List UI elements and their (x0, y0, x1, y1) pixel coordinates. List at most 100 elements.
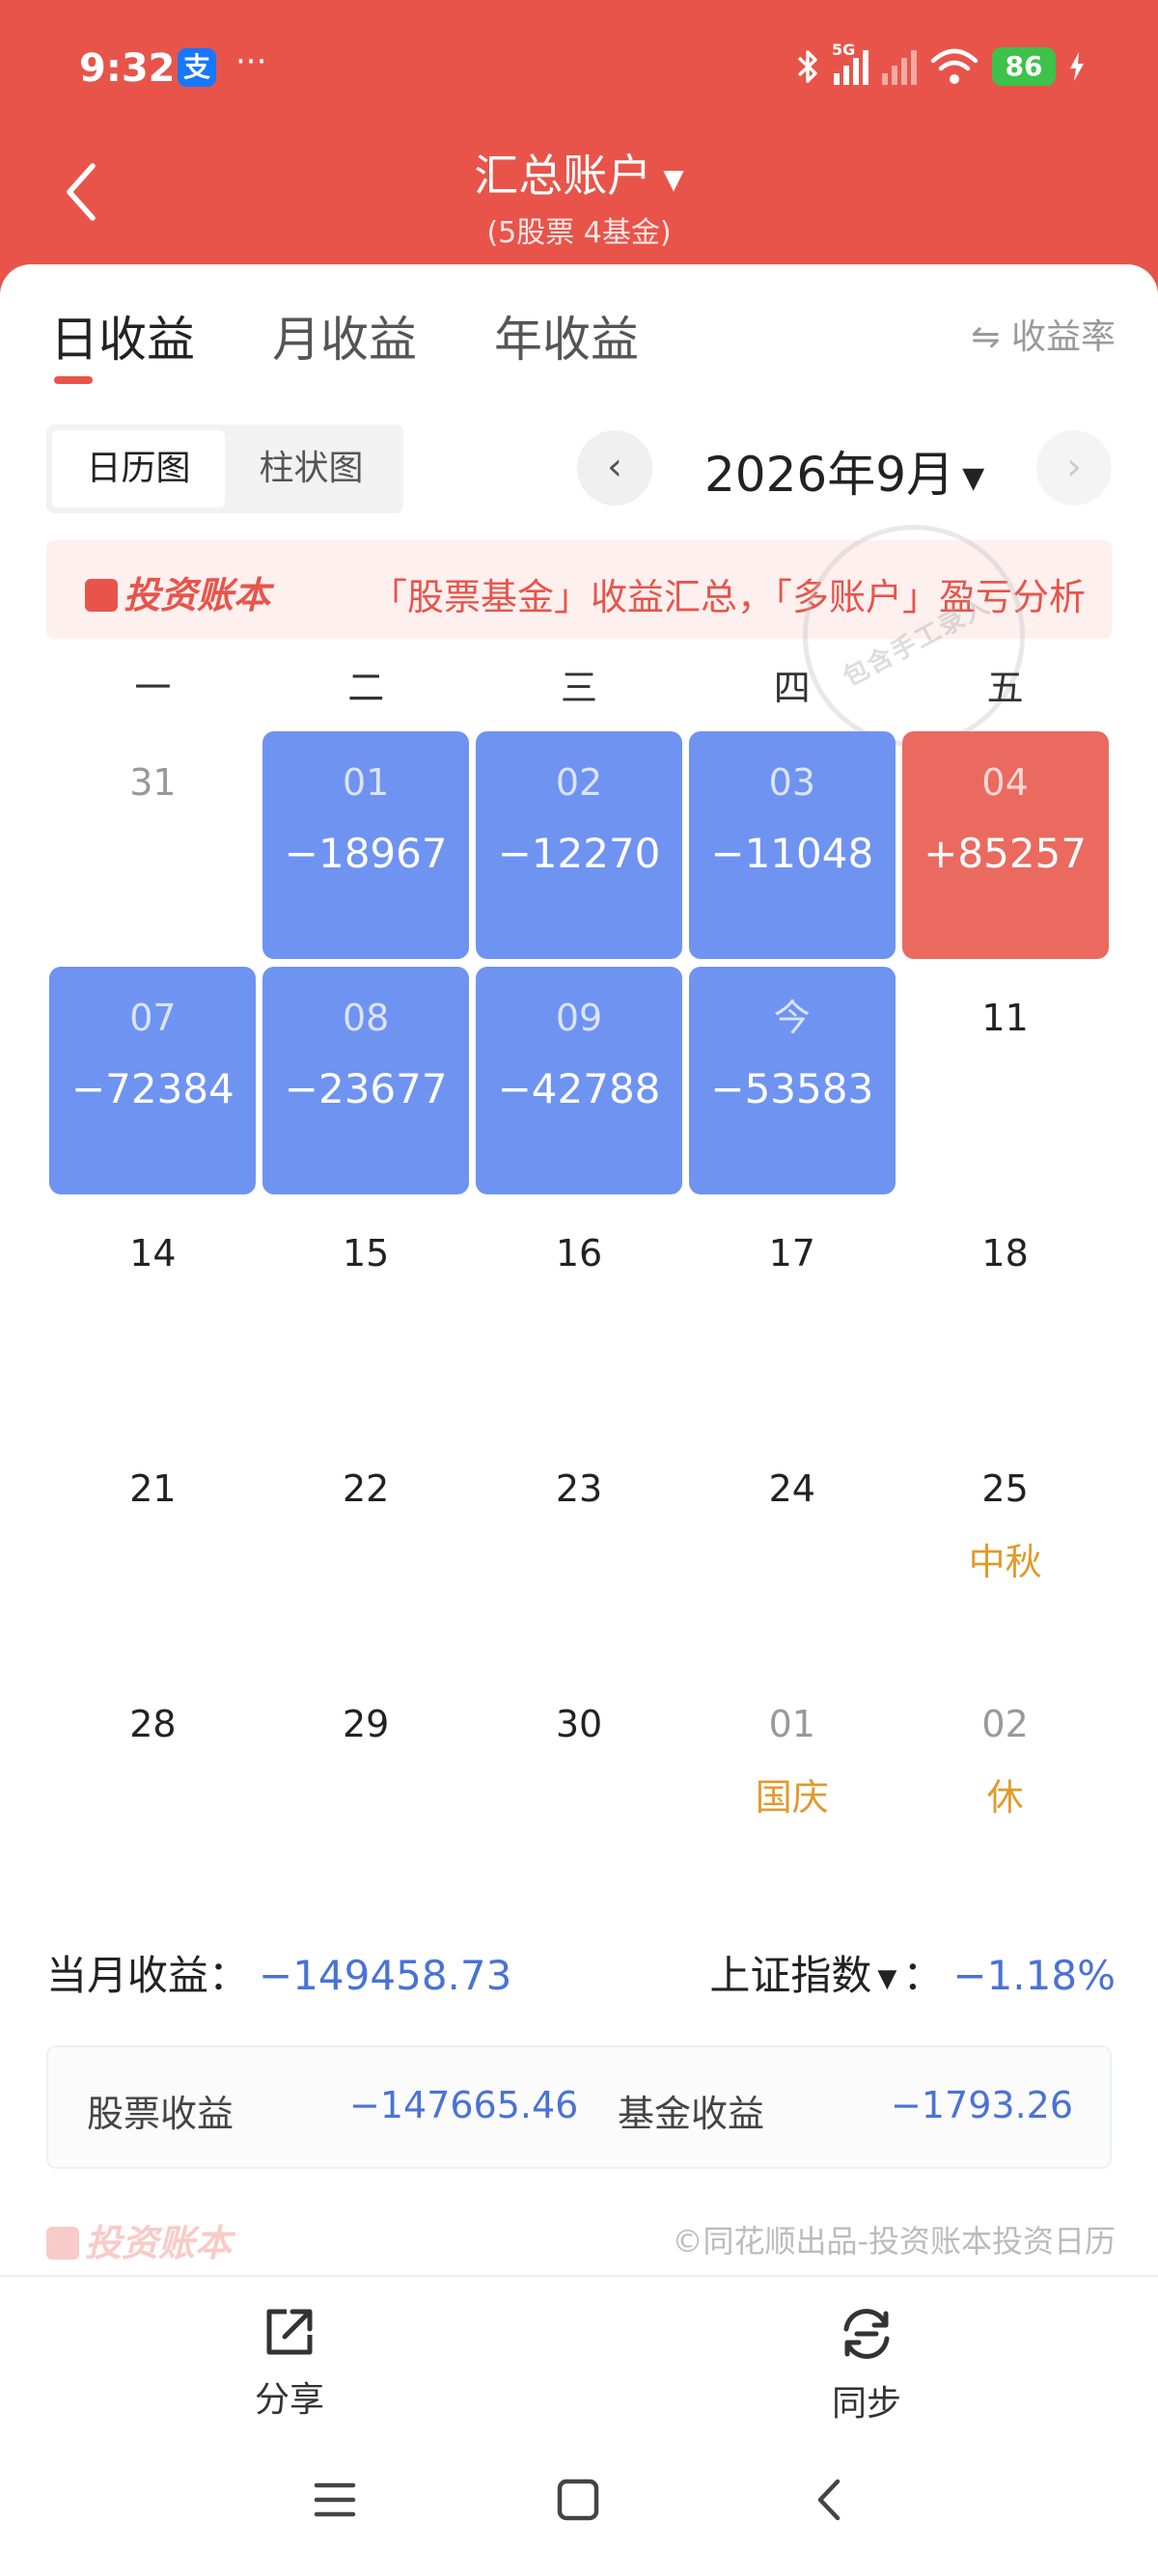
monthly-profit: 当月收益： −149458.73 (46, 1943, 511, 2002)
month-dropdown-icon: ▼ (962, 461, 985, 495)
calendar-day[interactable]: 03 −11048 (688, 731, 896, 959)
day-profit: −53583 (710, 1065, 874, 1112)
footer-logo-text: 投资账本 (85, 2222, 233, 2264)
calendar-day[interactable]: 04 +85257 (901, 731, 1109, 959)
day-number: 11 (981, 997, 1029, 1039)
calendar-day[interactable]: 01 国庆 (689, 1673, 896, 1901)
calendar-view-button[interactable]: 日历图 (52, 430, 225, 507)
fund-profit-label: 基金收益 (618, 2093, 765, 2135)
day-number: 17 (768, 1232, 815, 1274)
sync-button[interactable]: 同步 (770, 2306, 963, 2425)
day-profit: −42788 (497, 1065, 661, 1112)
return-rate-toggle[interactable]: ⇋ 收益率 (971, 309, 1116, 359)
day-number: 30 (555, 1703, 603, 1745)
calendar-day[interactable]: 11 (902, 967, 1109, 1194)
calendar-day[interactable]: 28 (49, 1673, 256, 1901)
weekday-label: 四 (773, 667, 811, 709)
day-profit: −72384 (70, 1065, 234, 1112)
stock-profit-value: −147665.46 (349, 2084, 579, 2126)
day-number: 25 (981, 1467, 1029, 1510)
wifi-icon (930, 48, 979, 84)
active-tab-indicator (54, 376, 93, 384)
day-profit: −11048 (710, 830, 874, 877)
tab-yearly[interactable]: 年收益 (494, 301, 639, 378)
footer-credit: ©同花顺出品-投资账本投资日历 (672, 2223, 1116, 2260)
tab-monthly[interactable]: 月收益 (272, 301, 417, 378)
index-comparison[interactable]: 上证指数 ▼： −1.18% (709, 1943, 1116, 2002)
action-bar: 分享 同步 (0, 2275, 1158, 2458)
calendar-day[interactable]: 今 −53583 (688, 967, 896, 1194)
month-selector[interactable]: 2026年9月 ▼ (704, 436, 984, 506)
stock-profit-label: 股票收益 (87, 2093, 234, 2135)
day-profit: −12270 (497, 830, 661, 877)
day-number: 04 (981, 761, 1029, 804)
view-switch: 日历图 柱状图 (46, 425, 403, 513)
calendar-day[interactable]: 16 (476, 1202, 682, 1430)
signal-icon: 5G (832, 41, 868, 85)
status-time: 9:32 (79, 46, 176, 91)
monthly-profit-value: −149458.73 (259, 1952, 512, 1999)
calendar-day[interactable]: 31 (49, 731, 256, 959)
day-number: 14 (129, 1232, 177, 1274)
calendar-day[interactable]: 02 休 (902, 1673, 1109, 1901)
holiday-label: 中秋 (968, 1541, 1042, 1583)
holiday-label: 国庆 (755, 1776, 829, 1819)
menu-icon[interactable] (313, 2478, 357, 2522)
status-bar: 9:32 支 ··· 5G 86 (0, 0, 1158, 135)
day-number: 21 (129, 1467, 177, 1510)
day-number: 31 (129, 761, 177, 804)
chart-logo-icon (85, 579, 118, 612)
calendar-day[interactable]: 17 (689, 1202, 896, 1430)
calendar-day[interactable]: 18 (902, 1202, 1109, 1430)
calendar-day[interactable]: 22 (262, 1438, 469, 1665)
monthly-profit-label: 当月收益： (46, 1952, 250, 1999)
period-tabs: 日收益 月收益 年收益 (50, 301, 639, 378)
calendar-day[interactable]: 24 (689, 1438, 896, 1665)
tab-daily[interactable]: 日收益 (50, 301, 195, 378)
account-selector[interactable]: 汇总账户 ▼ (0, 141, 1158, 205)
signal-no-service-icon (882, 48, 917, 85)
main-card: 日收益 月收益 年收益 ⇋ 收益率 日历图 柱状图 ‹ 2026年9月 ▼ › 投… (0, 264, 1158, 2576)
calendar-day[interactable]: 23 (476, 1438, 682, 1665)
index-dropdown-icon: ▼ (877, 1963, 897, 1993)
profit-breakdown: 股票收益 −147665.46 基金收益 −1793.26 (46, 2045, 1112, 2169)
more-notifications-icon: ··· (235, 42, 267, 81)
calendar-day[interactable]: 02 −12270 (476, 731, 682, 959)
calendar-day[interactable]: 08 −23677 (262, 967, 470, 1194)
prev-month-button[interactable]: ‹ (577, 430, 652, 506)
alipay-icon: 支 (178, 48, 216, 87)
day-number: 01 (768, 1703, 815, 1745)
bar-chart-view-button[interactable]: 柱状图 (225, 430, 398, 507)
day-profit: −18967 (284, 830, 448, 877)
calendar-day[interactable]: 25 中秋 (902, 1438, 1109, 1665)
day-number: 02 (555, 761, 603, 804)
calendar-day[interactable]: 15 (262, 1202, 469, 1430)
fund-profit-value: −1793.26 (891, 2084, 1073, 2126)
home-icon[interactable] (556, 2478, 600, 2522)
sync-label: 同步 (831, 2384, 901, 2424)
share-button[interactable]: 分享 (193, 2306, 386, 2422)
calendar-day[interactable]: 09 −42788 (476, 967, 682, 1194)
calendar-day[interactable]: 14 (49, 1202, 256, 1430)
calendar-day[interactable]: 29 (262, 1673, 469, 1901)
back-nav-icon[interactable] (809, 2478, 853, 2522)
network-label: 5G (832, 41, 856, 59)
sync-icon (843, 2309, 890, 2359)
calendar-day[interactable]: 30 (476, 1673, 682, 1901)
calendar-day[interactable]: 21 (49, 1438, 256, 1665)
next-month-button[interactable]: › (1036, 430, 1112, 506)
day-number: 07 (129, 997, 177, 1039)
calendar-day[interactable]: 07 −72384 (49, 967, 257, 1194)
promo-logo-text: 投资账本 (124, 574, 271, 617)
day-profit: −23677 (284, 1065, 448, 1112)
day-number: 09 (555, 997, 603, 1039)
battery-icon: 86 (992, 47, 1056, 86)
calendar-day[interactable]: 01 −18967 (262, 731, 470, 959)
share-icon (266, 2309, 313, 2355)
status-icons: 5G 86 (795, 41, 1085, 89)
day-number: 18 (981, 1232, 1029, 1274)
weekday-label: 二 (347, 667, 385, 709)
account-subtitle: (5股票 4基金) (486, 216, 672, 250)
day-number: 02 (981, 1703, 1029, 1745)
weekday-label: 五 (986, 667, 1024, 709)
